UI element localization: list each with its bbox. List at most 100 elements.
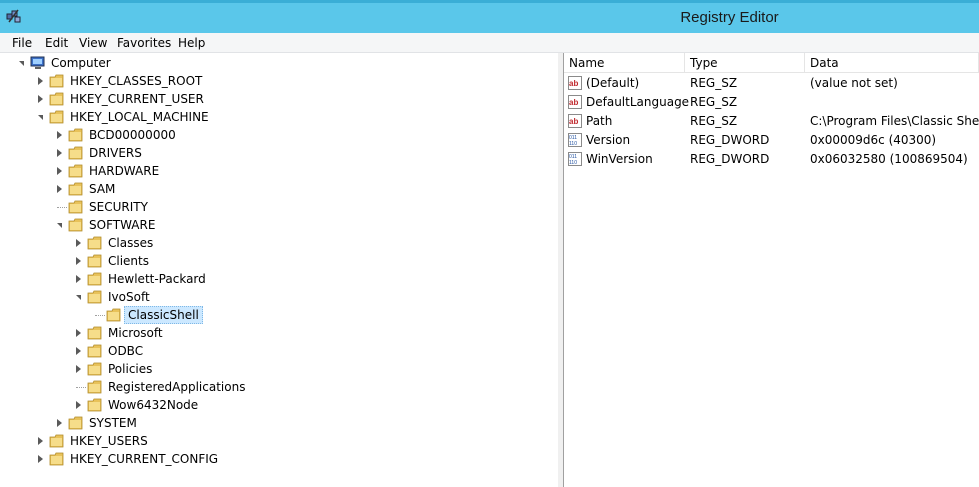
tree-node[interactable]: ODBC — [0, 342, 555, 360]
tree-node-label[interactable]: SOFTWARE — [86, 216, 158, 234]
column-header-data[interactable]: Data — [805, 53, 979, 73]
tree-node-label[interactable]: HKEY_CURRENT_USER — [67, 90, 207, 108]
expand-arrow-icon[interactable] — [76, 257, 81, 265]
value-row[interactable]: ab (Default) REG_SZ (value not set) — [564, 74, 979, 93]
tree-node[interactable]: SYSTEM — [0, 414, 555, 432]
menu-view[interactable]: View — [79, 36, 107, 50]
tree-node-label[interactable]: SECURITY — [86, 198, 151, 216]
tree-node[interactable]: BCD00000000 — [0, 126, 555, 144]
expand-arrow-icon[interactable] — [76, 275, 81, 283]
tree-node-label[interactable]: SYSTEM — [86, 414, 140, 432]
value-name: Path — [586, 114, 613, 128]
svg-text:110: 110 — [569, 160, 577, 166]
tree-node[interactable]: Hewlett-Packard — [0, 270, 555, 288]
tree-node[interactable]: Computer — [0, 54, 555, 72]
collapse-arrow-icon[interactable] — [38, 115, 43, 120]
tree-node-label[interactable]: IvoSoft — [105, 288, 153, 306]
tree-node-label[interactable]: HKEY_CURRENT_CONFIG — [67, 450, 221, 468]
string-value-icon: ab — [568, 114, 582, 128]
collapse-arrow-icon[interactable] — [76, 295, 81, 300]
expand-arrow-icon[interactable] — [38, 437, 43, 445]
value-row[interactable]: 011 110 WinVersion REG_DWORD 0x06032580 (100… — [564, 150, 979, 169]
key-tree[interactable]: Computer HKEY_CLASSES_ROOT HKEY_CURRENT_US… — [0, 53, 559, 487]
tree-node-label[interactable]: Hewlett-Packard — [105, 270, 209, 288]
value-data: (value not set) — [810, 76, 898, 90]
expand-arrow-icon[interactable] — [57, 131, 62, 139]
value-row[interactable]: 011 110 Version REG_DWORD 0x00009d6c (40300) — [564, 131, 979, 150]
menu-edit[interactable]: Edit — [45, 36, 68, 50]
tree-node[interactable]: HKEY_CURRENT_USER — [0, 90, 555, 108]
value-list[interactable]: Name Type Data ab (Default) REG_SZ (value n… — [564, 53, 979, 487]
tree-node[interactable]: DRIVERS — [0, 144, 555, 162]
value-type: REG_DWORD — [690, 152, 770, 166]
tree-node[interactable]: SECURITY — [0, 198, 555, 216]
svg-text:110: 110 — [569, 141, 577, 147]
tree-node[interactable]: HARDWARE — [0, 162, 555, 180]
tree-node[interactable]: RegisteredApplications — [0, 378, 555, 396]
tree-node-label[interactable]: ClassicShell — [124, 306, 203, 324]
value-type: REG_SZ — [690, 76, 738, 90]
expand-arrow-icon[interactable] — [76, 347, 81, 355]
folder-icon — [49, 434, 64, 448]
expand-arrow-icon[interactable] — [57, 167, 62, 175]
tree-node-label[interactable]: Computer — [48, 54, 114, 72]
expand-arrow-icon[interactable] — [76, 239, 81, 247]
tree-node-label[interactable]: RegisteredApplications — [105, 378, 248, 396]
menu-help[interactable]: Help — [178, 36, 205, 50]
tree-node-label[interactable]: HKEY_USERS — [67, 432, 151, 450]
tree-node[interactable]: HKEY_CURRENT_CONFIG — [0, 450, 555, 468]
window-edge — [0, 0, 979, 3]
tree-node-label[interactable]: DRIVERS — [86, 144, 145, 162]
tree-node-label[interactable]: SAM — [86, 180, 118, 198]
value-row[interactable]: ab Path REG_SZ C:\Program Files\Classic She… — [564, 112, 979, 131]
column-header-type[interactable]: Type — [685, 53, 805, 73]
collapse-arrow-icon[interactable] — [57, 223, 62, 228]
menu-favorites[interactable]: Favorites — [117, 36, 171, 50]
value-data: 0x00009d6c (40300) — [810, 133, 937, 147]
value-type: REG_DWORD — [690, 133, 770, 147]
tree-node-label[interactable]: HARDWARE — [86, 162, 162, 180]
tree-node[interactable]: SAM — [0, 180, 555, 198]
tree-node-label[interactable]: HKEY_CLASSES_ROOT — [67, 72, 205, 90]
tree-node-label[interactable]: Clients — [105, 252, 152, 270]
tree-node[interactable]: ClassicShell — [0, 306, 555, 324]
binary-value-icon: 011110 — [568, 133, 582, 147]
tree-node-label[interactable]: Wow6432Node — [105, 396, 201, 414]
tree-node-label[interactable]: Policies — [105, 360, 155, 378]
tree-node[interactable]: SOFTWARE — [0, 216, 555, 234]
expand-arrow-icon[interactable] — [38, 77, 43, 85]
folder-icon — [87, 398, 102, 412]
folder-icon — [68, 146, 83, 160]
expand-arrow-icon[interactable] — [38, 95, 43, 103]
tree-node[interactable]: Policies — [0, 360, 555, 378]
tree-node-label[interactable]: BCD00000000 — [86, 126, 179, 144]
tree-node[interactable]: HKEY_CLASSES_ROOT — [0, 72, 555, 90]
tree-node[interactable]: Classes — [0, 234, 555, 252]
column-header-name[interactable]: Name — [564, 53, 685, 73]
menu-bar: File Edit View Favorites Help — [0, 33, 979, 53]
expand-arrow-icon[interactable] — [57, 419, 62, 427]
tree-node-label[interactable]: ODBC — [105, 342, 146, 360]
tree-node[interactable]: IvoSoft — [0, 288, 555, 306]
tree-node[interactable]: Wow6432Node — [0, 396, 555, 414]
tree-node[interactable]: Microsoft — [0, 324, 555, 342]
expand-arrow-icon[interactable] — [57, 149, 62, 157]
folder-icon — [87, 362, 102, 376]
folder-icon — [68, 416, 83, 430]
expand-arrow-icon[interactable] — [57, 185, 62, 193]
value-data: 0x06032580 (100869504) — [810, 152, 968, 166]
expand-arrow-icon[interactable] — [38, 455, 43, 463]
tree-node[interactable]: Clients — [0, 252, 555, 270]
value-row[interactable]: ab DefaultLanguage REG_SZ — [564, 93, 979, 112]
expand-arrow-icon[interactable] — [76, 365, 81, 373]
tree-node-label[interactable]: Microsoft — [105, 324, 166, 342]
expand-arrow-icon[interactable] — [76, 329, 81, 337]
collapse-arrow-icon[interactable] — [19, 61, 24, 66]
tree-node-label[interactable]: Classes — [105, 234, 156, 252]
expand-arrow-icon[interactable] — [76, 401, 81, 409]
tree-node[interactable]: HKEY_LOCAL_MACHINE — [0, 108, 555, 126]
svg-text:ab: ab — [569, 117, 578, 126]
tree-node-label[interactable]: HKEY_LOCAL_MACHINE — [67, 108, 212, 126]
tree-node[interactable]: HKEY_USERS — [0, 432, 555, 450]
menu-file[interactable]: File — [12, 36, 32, 50]
